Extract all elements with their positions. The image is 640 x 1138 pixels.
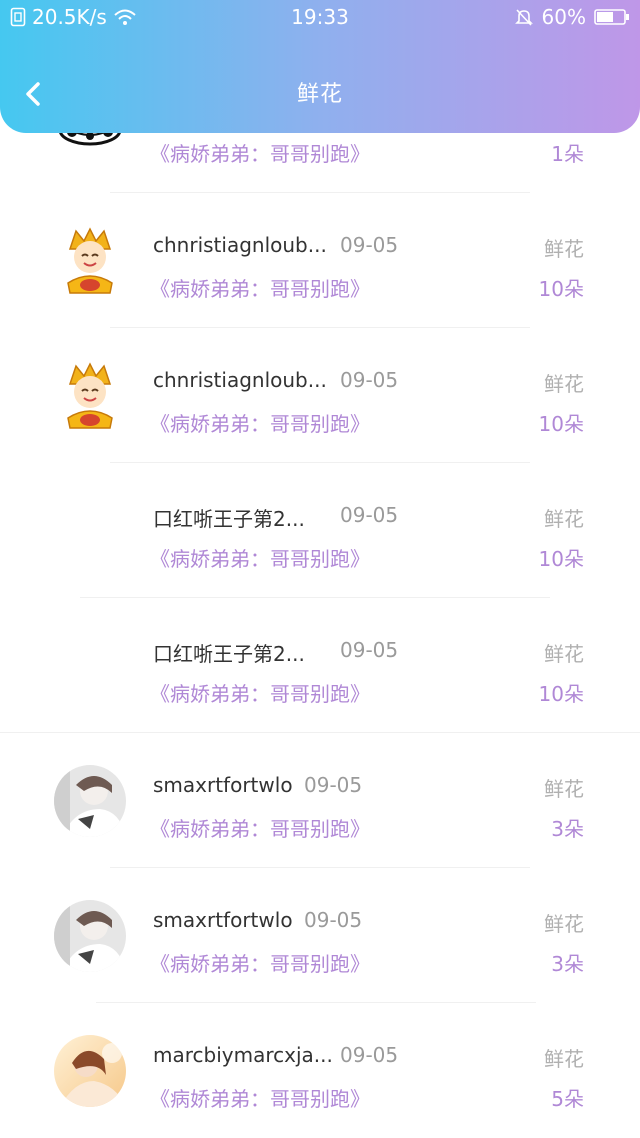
photo-avatar [54,1035,126,1107]
book-title: 《病娇弟弟：哥哥别跑》 [150,412,370,436]
nav-bar: 鲜花 [0,60,640,132]
list-item[interactable]: chnristiagnloub... 09-05 《病娇弟弟：哥哥别跑》 鲜花 … [0,328,640,463]
gift-count: 10朵 [538,547,584,571]
list-item[interactable]: smaxrtfortwlo 09-05 《病娇弟弟：哥哥别跑》 鲜花 3朵 [0,733,640,868]
date: 09-05 [304,908,363,932]
user-name: smaxrtfortwlo [153,908,293,932]
list-item[interactable]: chnristiagnloub... 09-05 《病娇弟弟：哥哥别跑》 鲜花 … [0,193,640,328]
photo-avatar [54,765,126,837]
list-item[interactable]: 口红哳王子第2... 09-05 《病娇弟弟：哥哥别跑》 鲜花 10朵 [0,598,640,733]
battery-percent: 60% [541,5,586,29]
page-title: 鲜花 [296,82,343,107]
book-title: 《病娇弟弟：哥哥别跑》 [150,547,370,571]
book-title: 《病娇弟弟：哥哥别跑》 [150,1087,370,1111]
gift-count: 10朵 [538,682,584,706]
gift-type: 鲜花 [544,372,584,396]
user-name: smaxrtfortwlo [153,773,293,797]
battery-icon [594,8,630,26]
user-name: chnristiagnloub... [153,368,327,392]
date: 09-05 [340,1043,399,1067]
gift-type: 鲜花 [544,1047,584,1071]
user-name: 口红哳王子第2... [153,642,305,666]
gift-count: 10朵 [538,277,584,301]
list-item[interactable]: marcbiymarcxja... 09-05 《病娇弟弟：哥哥别跑》 鲜花 5… [0,1003,640,1138]
date: 09-05 [340,368,399,392]
gift-count: 1朵 [551,142,584,166]
monk-avatar [54,360,126,432]
gift-count: 10朵 [538,412,584,436]
date: 09-05 [340,233,399,257]
book-title: 《病娇弟弟：哥哥别跑》 [150,952,370,976]
gift-count: 5朵 [551,1087,584,1111]
date: 09-05 [304,773,363,797]
book-title: 《病娇弟弟：哥哥别跑》 [150,142,370,166]
gift-count: 3朵 [551,952,584,976]
monk-avatar [54,225,126,297]
screen: 《病娇弟弟：哥哥别跑》 1朵 chnristiagnloub... 09-05 [0,0,640,1138]
status-right: 60% [514,0,630,34]
status-bar: 20.5K/s 19:33 60% [0,0,640,34]
gift-type: 鲜花 [544,237,584,261]
gift-type: 鲜花 [544,912,584,936]
date: 09-05 [340,638,399,662]
header: 20.5K/s 19:33 60% 鲜花 [0,0,640,133]
gift-count: 3朵 [551,817,584,841]
book-title: 《病娇弟弟：哥哥别跑》 [150,682,370,706]
user-name: 口红哳王子第2... [153,507,305,531]
book-title: 《病娇弟弟：哥哥别跑》 [150,277,370,301]
user-name: marcbiymarcxja... [153,1043,333,1067]
photo-avatar [54,900,126,972]
gift-type: 鲜花 [544,507,584,531]
gift-type: 鲜花 [544,642,584,666]
user-name: chnristiagnloub... [153,233,327,257]
book-title: 《病娇弟弟：哥哥别跑》 [150,817,370,841]
gift-type: 鲜花 [544,777,584,801]
date: 09-05 [340,503,399,527]
list-item[interactable]: smaxrtfortwlo 09-05 《病娇弟弟：哥哥别跑》 鲜花 3朵 [0,868,640,1003]
list-item[interactable]: 口红哳王子第2... 09-05 《病娇弟弟：哥哥别跑》 鲜花 10朵 [0,463,640,598]
bell-muted-icon [514,7,534,27]
